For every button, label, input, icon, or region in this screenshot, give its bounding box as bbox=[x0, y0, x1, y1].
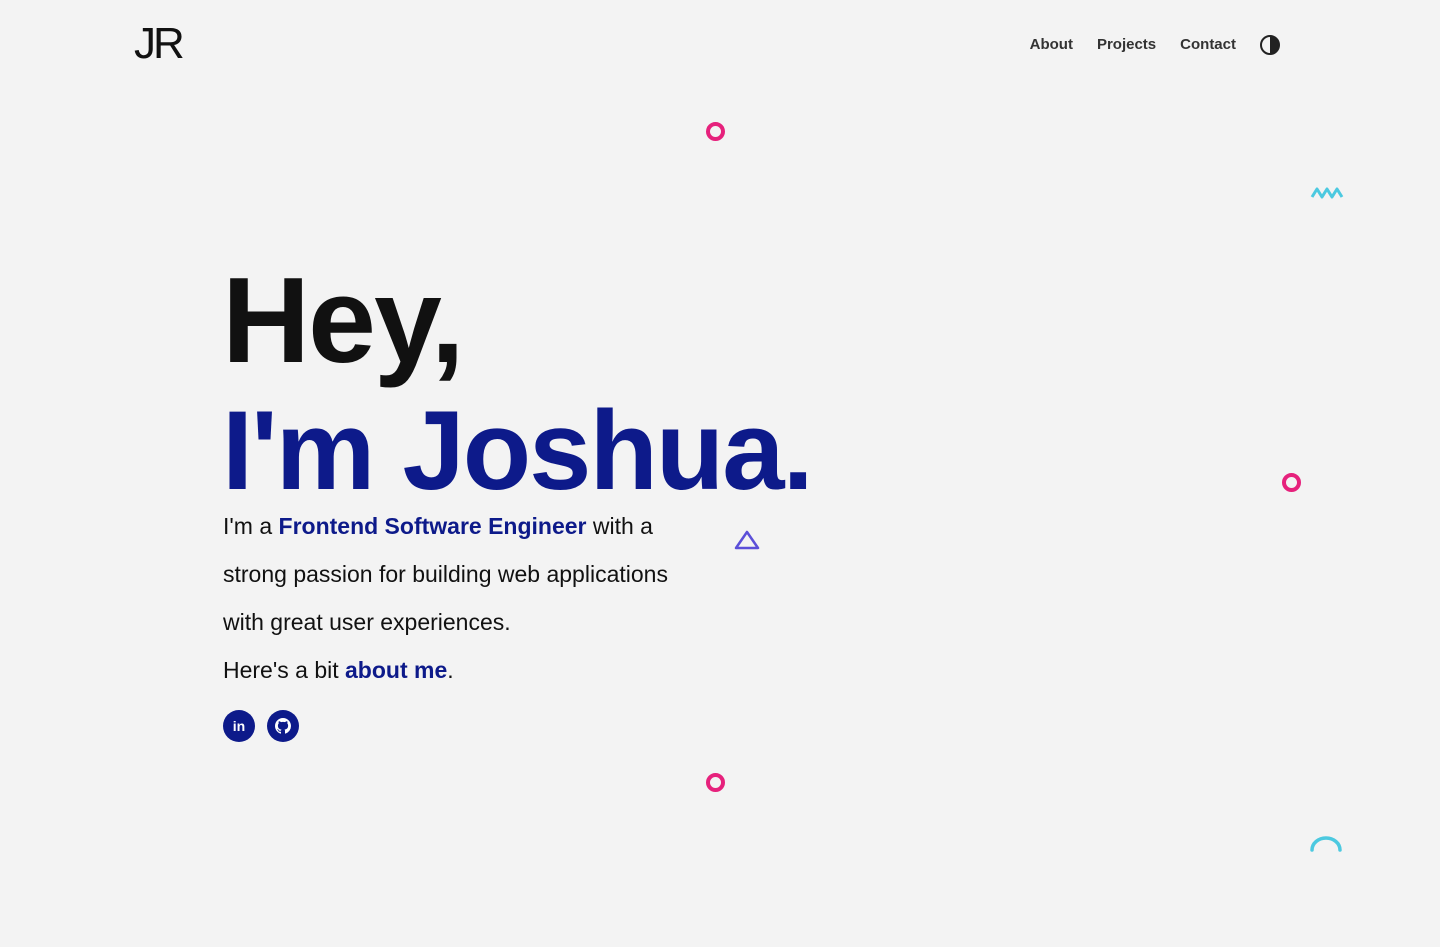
github-icon bbox=[275, 718, 291, 734]
intro-prefix: I'm a bbox=[223, 513, 279, 539]
site-logo[interactable]: JR bbox=[134, 19, 185, 68]
main-nav: About Projects Contact bbox=[1030, 34, 1280, 56]
nav-contact[interactable]: Contact bbox=[1180, 34, 1236, 56]
about-suffix: . bbox=[447, 657, 454, 683]
pink-circle-decoration bbox=[706, 122, 725, 141]
name-heading: I'm Joshua. bbox=[222, 388, 814, 513]
intro-role: Frontend Software Engineer bbox=[278, 513, 587, 539]
about-prefix: Here's a bit bbox=[223, 657, 345, 683]
intro-text: I'm a Frontend Software Engineer with a … bbox=[223, 502, 683, 646]
logo-text: JR bbox=[134, 19, 185, 68]
page: JR About Projects Contact Hey, I'm Joshu… bbox=[0, 0, 1440, 947]
cyan-zigzag-decoration bbox=[1310, 187, 1344, 199]
pink-circle-decoration-right bbox=[1282, 473, 1301, 492]
about-me-link[interactable]: about me bbox=[345, 657, 447, 683]
purple-triangle-decoration bbox=[734, 530, 760, 550]
greeting-heading: Hey, bbox=[222, 252, 465, 388]
nav-projects[interactable]: Projects bbox=[1097, 34, 1156, 56]
cyan-arc-decoration bbox=[1310, 836, 1342, 852]
github-button[interactable] bbox=[267, 710, 299, 742]
about-text: Here's a bit about me. bbox=[223, 646, 454, 694]
linkedin-button[interactable]: in bbox=[223, 710, 255, 742]
pink-circle-decoration-bottom bbox=[706, 773, 725, 792]
linkedin-icon: in bbox=[232, 718, 246, 734]
social-links: in bbox=[223, 710, 299, 742]
nav-about[interactable]: About bbox=[1030, 34, 1073, 56]
contrast-icon[interactable] bbox=[1260, 35, 1280, 55]
